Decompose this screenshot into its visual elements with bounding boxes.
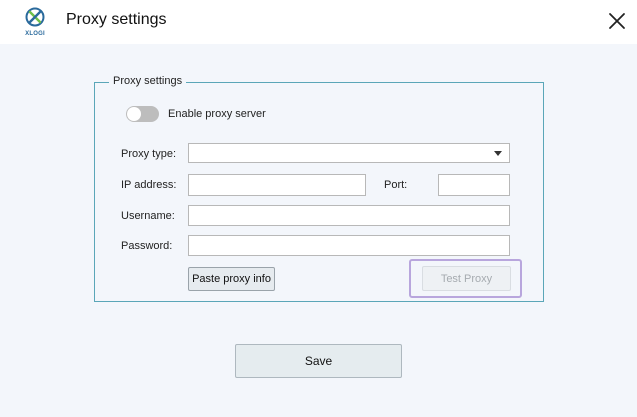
proxy-type-select[interactable] xyxy=(188,143,510,163)
close-button[interactable] xyxy=(606,10,628,32)
logo-text: XLOGI xyxy=(25,31,45,37)
title-bar: XLOGI Proxy settings xyxy=(0,0,637,44)
save-button[interactable]: Save xyxy=(235,344,402,378)
xlogi-logo-icon: XLOGI xyxy=(22,7,48,39)
ip-address-input[interactable] xyxy=(188,174,366,196)
test-proxy-button[interactable]: Test Proxy xyxy=(422,266,511,291)
proxy-settings-group: Proxy settings Enable proxy server Proxy… xyxy=(94,75,544,302)
window-title: Proxy settings xyxy=(66,11,167,28)
username-input[interactable] xyxy=(188,205,510,226)
group-legend: Proxy settings xyxy=(109,75,187,87)
paste-proxy-info-button[interactable]: Paste proxy info xyxy=(188,267,275,291)
port-label: Port: xyxy=(384,179,408,191)
close-icon xyxy=(609,13,625,29)
port-input[interactable] xyxy=(438,174,510,196)
enable-proxy-toggle[interactable] xyxy=(126,106,159,122)
username-label: Username: xyxy=(121,210,175,222)
chevron-down-icon xyxy=(494,151,502,156)
proxy-type-label: Proxy type: xyxy=(121,148,177,160)
toggle-knob xyxy=(127,107,141,121)
ip-address-label: IP address: xyxy=(121,179,177,191)
password-input[interactable] xyxy=(188,235,510,256)
password-label: Password: xyxy=(121,240,173,252)
enable-proxy-label: Enable proxy server xyxy=(168,108,266,120)
